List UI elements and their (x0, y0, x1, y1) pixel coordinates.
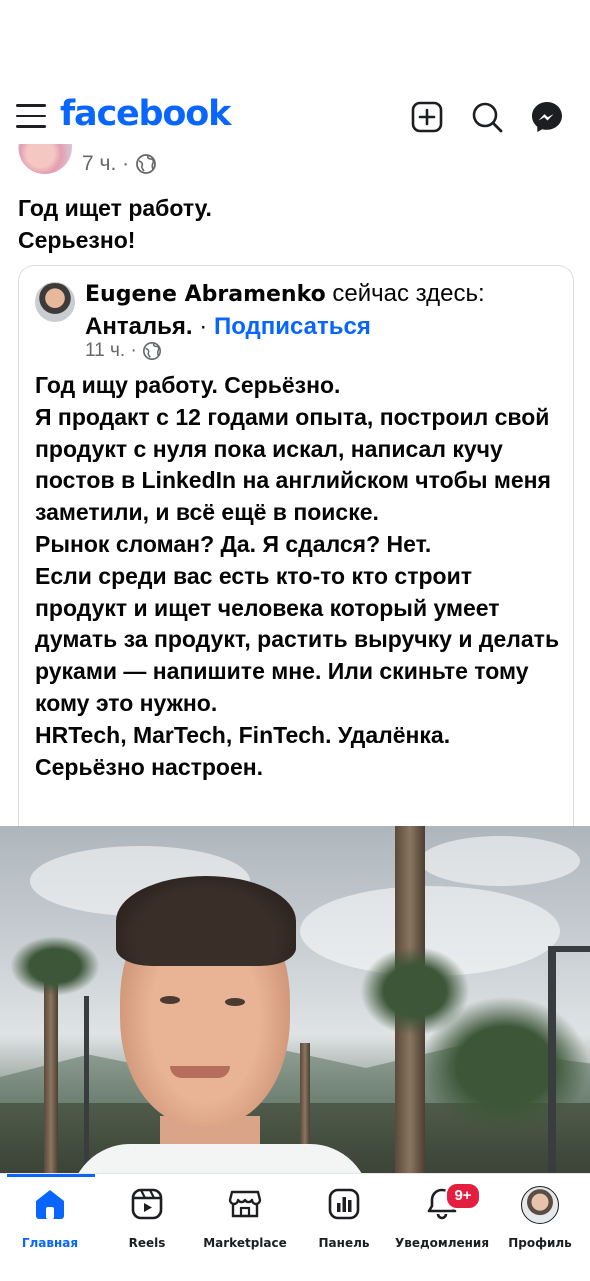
marketplace-icon (228, 1190, 262, 1218)
nav-label: Главная (21, 1236, 79, 1250)
shared-time-text: 11 ч. · (85, 340, 137, 361)
nav-label: Уведомления (394, 1236, 490, 1250)
shared-post-card[interactable]: Eugene Abramenko сейчас здесь: Анталья. … (18, 265, 574, 866)
post-meta: 7 ч. · (18, 144, 318, 180)
body-paragraph: Серьёзно настроен. (35, 753, 264, 780)
post-time-text: 7 ч. · (82, 152, 130, 175)
body-paragraph: HRTech, MarTech, FinTech. Удалёнка. (35, 721, 451, 748)
author-status: сейчас здесь: (332, 280, 485, 307)
nav-dashboard[interactable]: Панель (295, 1184, 393, 1254)
separator-dot: · (199, 313, 208, 340)
author-line: Eugene Abramenko сейчас здесь: Анталья. … (85, 278, 555, 343)
top-app-bar: facebook (0, 92, 590, 144)
globe-icon (143, 341, 162, 360)
add-icon[interactable] (410, 100, 444, 134)
menu-icon[interactable] (16, 104, 46, 130)
home-icon (36, 1190, 64, 1219)
active-tab-indicator (7, 1174, 95, 1177)
notification-badge: 9+ (445, 1182, 481, 1210)
post-text-line: Год ищет работу. (18, 195, 212, 221)
bottom-navigation: Главная Reels Marketplace Панель 9+ Увед… (0, 1173, 590, 1281)
shared-time: 11 ч. · (85, 340, 162, 362)
follow-link[interactable]: Подписаться (214, 313, 371, 340)
post-text: Год ищет работу. Серьезно! (18, 192, 578, 256)
post-photo[interactable] (0, 826, 590, 1173)
nav-home[interactable]: Главная (1, 1184, 99, 1254)
nav-profile[interactable]: Профиль (491, 1184, 589, 1254)
facebook-logo[interactable]: facebook (60, 94, 231, 134)
nav-label: Панель (318, 1236, 370, 1250)
reels-icon (131, 1188, 163, 1220)
nav-reels[interactable]: Reels (98, 1184, 196, 1254)
check-in-place[interactable]: Анталья. (85, 313, 193, 340)
body-paragraph: Я продакт с 12 годами опыта, построил св… (35, 403, 551, 526)
messenger-icon[interactable] (530, 100, 564, 134)
nav-label: Reels (128, 1236, 166, 1250)
globe-icon (136, 154, 156, 175)
author-name[interactable]: Eugene Abramenko (85, 282, 326, 307)
poster-avatar[interactable] (18, 144, 72, 174)
post-text-line: Серьезно! (18, 227, 136, 253)
shared-post-body: Год ищу работу. Серьёзно. Я продакт с 12… (35, 370, 565, 783)
nav-label: Профиль (508, 1236, 572, 1250)
body-paragraph: Год ищу работу. Серьёзно. (35, 372, 341, 398)
nav-notifications[interactable]: 9+ Уведомления (393, 1182, 491, 1254)
body-paragraph: Рынок сломан? Да. Я сдался? Нет. (35, 530, 432, 557)
body-paragraph: Если среди вас есть кто-то кто строит пр… (35, 562, 560, 716)
post-time: 7 ч. · (82, 152, 157, 176)
author-avatar[interactable] (35, 282, 75, 322)
nav-marketplace[interactable]: Marketplace (196, 1184, 294, 1254)
profile-avatar (521, 1186, 559, 1224)
nav-label: Marketplace (203, 1236, 287, 1250)
search-icon[interactable] (470, 100, 504, 134)
dashboard-icon (328, 1188, 360, 1220)
